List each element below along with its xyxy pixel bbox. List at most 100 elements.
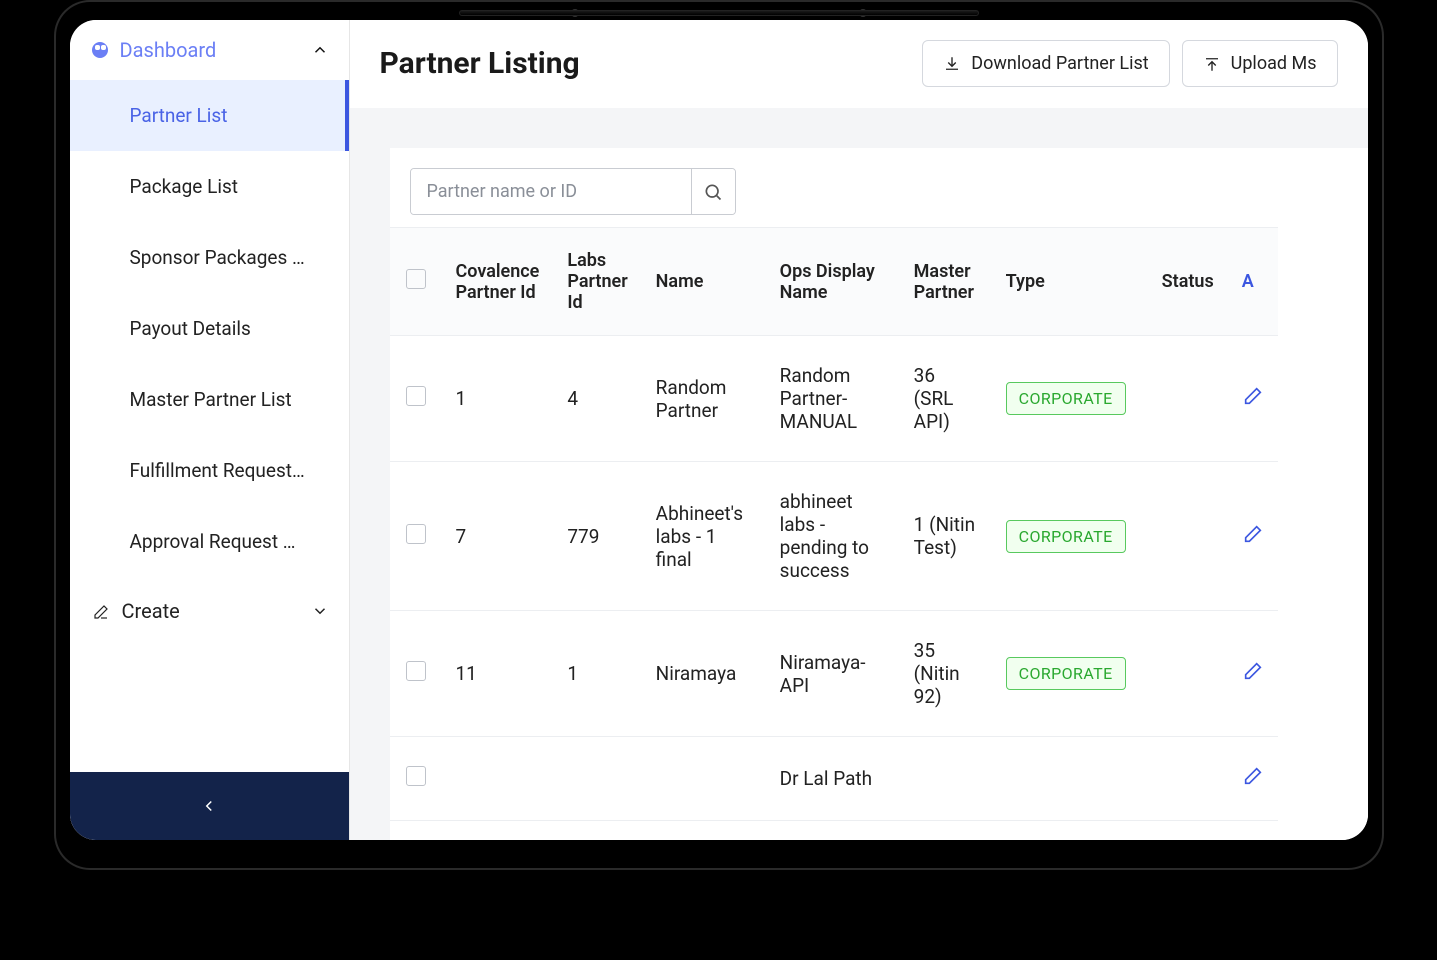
sidebar-subnav: Partner List Package List Sponsor Packag… — [70, 80, 349, 577]
cell-master — [900, 737, 992, 821]
cell-labs: 4 — [553, 336, 641, 462]
sidebar-item-partner-list[interactable]: Partner List — [70, 80, 349, 151]
cell-master: 1 (Nitin Test) — [900, 462, 992, 611]
col-covalence[interactable]: Covalence Partner Id — [442, 228, 554, 336]
cell-ops: Dr Lal Path — [766, 737, 900, 821]
type-badge: CORPORATE — [1006, 382, 1126, 415]
table-scroll[interactable]: Covalence Partner Id Labs Partner Id Nam… — [390, 227, 1368, 821]
tablet-frame: Dashboard Partner List Package List Spon… — [54, 0, 1384, 870]
cell-action — [1228, 462, 1278, 611]
search-input[interactable] — [411, 169, 691, 214]
sidebar-item-approval-request[interactable]: Approval Request … — [70, 506, 349, 577]
partner-table: Covalence Partner Id Labs Partner Id Nam… — [390, 227, 1278, 821]
cell-status — [1148, 336, 1228, 462]
cell-type: CORPORATE — [992, 462, 1148, 611]
cell-type: CORPORATE — [992, 611, 1148, 737]
page-title: Partner Listing — [380, 46, 580, 81]
app-viewport: Dashboard Partner List Package List Spon… — [70, 20, 1368, 840]
sidebar-item-package-list[interactable]: Package List — [70, 151, 349, 222]
cell-action — [1228, 737, 1278, 821]
select-all-checkbox[interactable] — [406, 269, 426, 289]
sidebar-item-label: Sponsor Packages … — [130, 246, 305, 269]
sidebar-item-label: Package List — [130, 175, 238, 198]
sidebar-item-fulfillment-request[interactable]: Fulfillment Request… — [70, 435, 349, 506]
download-partner-list-button[interactable]: Download Partner List — [922, 40, 1169, 87]
download-icon — [943, 55, 961, 73]
edit-icon[interactable] — [1242, 527, 1264, 550]
table-row: 7 779 Abhineet's labs - 1 final abhineet… — [390, 462, 1278, 611]
sidebar-section-create[interactable]: Create — [70, 577, 349, 645]
toolbar: Partner Listing Download Partner List Up… — [350, 20, 1368, 108]
col-action[interactable]: A — [1228, 228, 1278, 336]
sidebar-item-label: Fulfillment Request… — [130, 459, 305, 482]
sidebar-item-master-partner-list[interactable]: Master Partner List — [70, 364, 349, 435]
table-row: 1 4 Random Partner Random Partner-MANUAL… — [390, 336, 1278, 462]
cell-ops: Niramaya-API — [766, 611, 900, 737]
cell-ops: abhineet labs - pending to success — [766, 462, 900, 611]
row-checkbox[interactable] — [406, 524, 426, 544]
upload-icon — [1203, 55, 1221, 73]
col-master-partner[interactable]: Master Partner — [900, 228, 992, 336]
button-label: Download Partner List — [971, 53, 1148, 74]
cell-master: 36 (SRL API) — [900, 336, 992, 462]
row-checkbox[interactable] — [406, 766, 426, 786]
row-checkbox[interactable] — [406, 661, 426, 681]
sidebar-item-label: Payout Details — [130, 317, 251, 340]
content-background: Covalence Partner Id Labs Partner Id Nam… — [350, 108, 1368, 840]
sidebar-item-label: Partner List — [130, 104, 228, 127]
listing-panel: Covalence Partner Id Labs Partner Id Nam… — [390, 148, 1368, 840]
sidebar-collapse-button[interactable] — [70, 772, 349, 840]
row-checkbox[interactable] — [406, 386, 426, 406]
col-status[interactable]: Status — [1148, 228, 1228, 336]
cell-labs: 1 — [553, 611, 641, 737]
cell-name — [642, 737, 766, 821]
cell-covalence: 7 — [442, 462, 554, 611]
sidebar-section-label: Create — [122, 599, 180, 623]
cell-ops: Random Partner-MANUAL — [766, 336, 900, 462]
cell-action — [1228, 336, 1278, 462]
chevron-left-icon — [200, 797, 218, 815]
main-area: Partner Listing Download Partner List Up… — [350, 20, 1368, 840]
table-header-row: Covalence Partner Id Labs Partner Id Nam… — [390, 228, 1278, 336]
cell-type: CORPORATE — [992, 336, 1148, 462]
search-box — [410, 168, 736, 215]
upload-master-button[interactable]: Upload Ms — [1182, 40, 1338, 87]
cell-covalence — [442, 737, 554, 821]
search-row — [390, 148, 1368, 227]
chevron-up-icon — [311, 41, 329, 59]
edit-icon[interactable] — [1242, 389, 1264, 412]
search-button[interactable] — [691, 169, 735, 214]
sidebar-item-label: Master Partner List — [130, 388, 292, 411]
cell-status — [1148, 737, 1228, 821]
cell-covalence: 1 — [442, 336, 554, 462]
device-camera-bar — [439, 8, 999, 18]
cell-labs — [553, 737, 641, 821]
table-row: Dr Lal Path — [390, 737, 1278, 821]
gauge-icon — [92, 42, 108, 58]
sidebar-section-label: Dashboard — [120, 38, 217, 62]
cell-name: Abhineet's labs - 1 final — [642, 462, 766, 611]
cell-status — [1148, 611, 1228, 737]
sidebar-item-sponsor-packages[interactable]: Sponsor Packages … — [70, 222, 349, 293]
edit-icon[interactable] — [1242, 664, 1264, 687]
edit-square-icon — [92, 602, 110, 620]
chevron-down-icon — [311, 602, 329, 620]
button-label: Upload Ms — [1231, 53, 1317, 74]
sidebar-item-payout-details[interactable]: Payout Details — [70, 293, 349, 364]
cell-master: 35 (Nitin 92) — [900, 611, 992, 737]
search-icon — [703, 182, 723, 202]
edit-icon[interactable] — [1242, 769, 1264, 792]
col-ops-display-name[interactable]: Ops Display Name — [766, 228, 900, 336]
cell-name: Niramaya — [642, 611, 766, 737]
cell-labs: 779 — [553, 462, 641, 611]
col-type[interactable]: Type — [992, 228, 1148, 336]
col-name[interactable]: Name — [642, 228, 766, 336]
col-labs-partner-id[interactable]: Labs Partner Id — [553, 228, 641, 336]
sidebar-section-dashboard[interactable]: Dashboard — [70, 20, 349, 80]
sidebar-item-label: Approval Request … — [130, 530, 296, 553]
sidebar: Dashboard Partner List Package List Spon… — [70, 20, 350, 840]
cell-covalence: 11 — [442, 611, 554, 737]
cell-status — [1148, 462, 1228, 611]
cell-name: Random Partner — [642, 336, 766, 462]
cell-action — [1228, 611, 1278, 737]
